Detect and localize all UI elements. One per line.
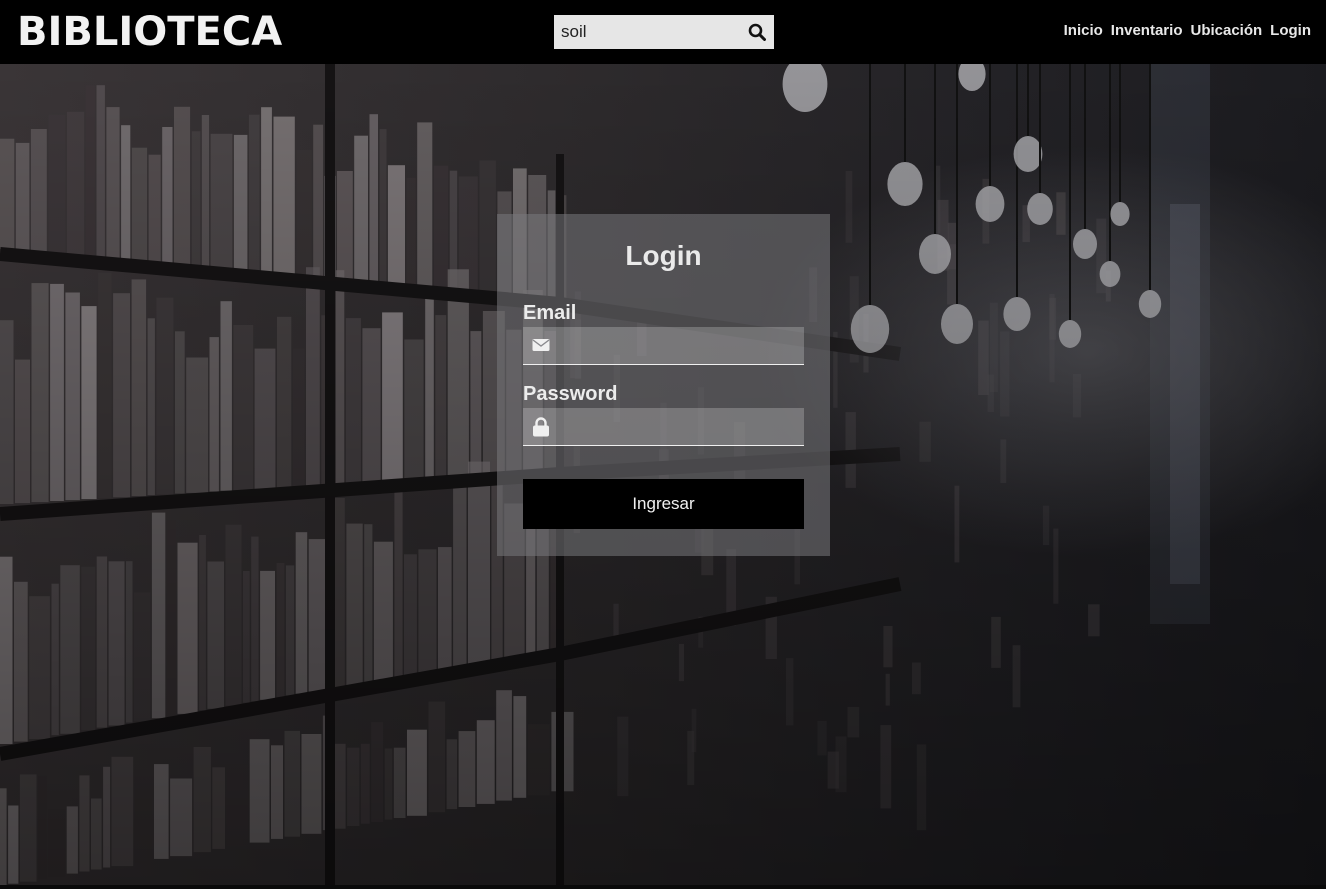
top-navbar: BIBLIOTECA Inicio Inventario Ubicación L… — [0, 0, 1326, 64]
brand-logo[interactable]: BIBLIOTECA — [17, 8, 282, 56]
lock-icon — [533, 417, 549, 437]
password-input[interactable] — [559, 408, 803, 447]
search-button[interactable] — [740, 15, 774, 49]
search-box — [554, 15, 774, 49]
login-card: Login Email Password Ingresar — [497, 214, 830, 556]
nav-link-ubicacion[interactable]: Ubicación — [1190, 22, 1262, 39]
nav-link-inicio[interactable]: Inicio — [1064, 22, 1103, 39]
footer-strip — [0, 885, 1326, 889]
password-field — [523, 408, 804, 447]
login-title: Login — [625, 240, 702, 271]
email-field — [523, 327, 804, 366]
main-nav: Inicio Inventario Ubicación Login — [1064, 22, 1311, 39]
search-input[interactable] — [554, 15, 740, 49]
envelope-icon — [532, 339, 550, 351]
nav-link-inventario[interactable]: Inventario — [1111, 22, 1183, 39]
search-icon — [748, 23, 766, 41]
password-label: Password — [523, 383, 618, 405]
nav-link-login[interactable]: Login — [1270, 22, 1311, 39]
email-input[interactable] — [559, 327, 803, 366]
ingresar-button[interactable]: Ingresar — [523, 479, 804, 529]
email-label: Email — [523, 302, 577, 324]
